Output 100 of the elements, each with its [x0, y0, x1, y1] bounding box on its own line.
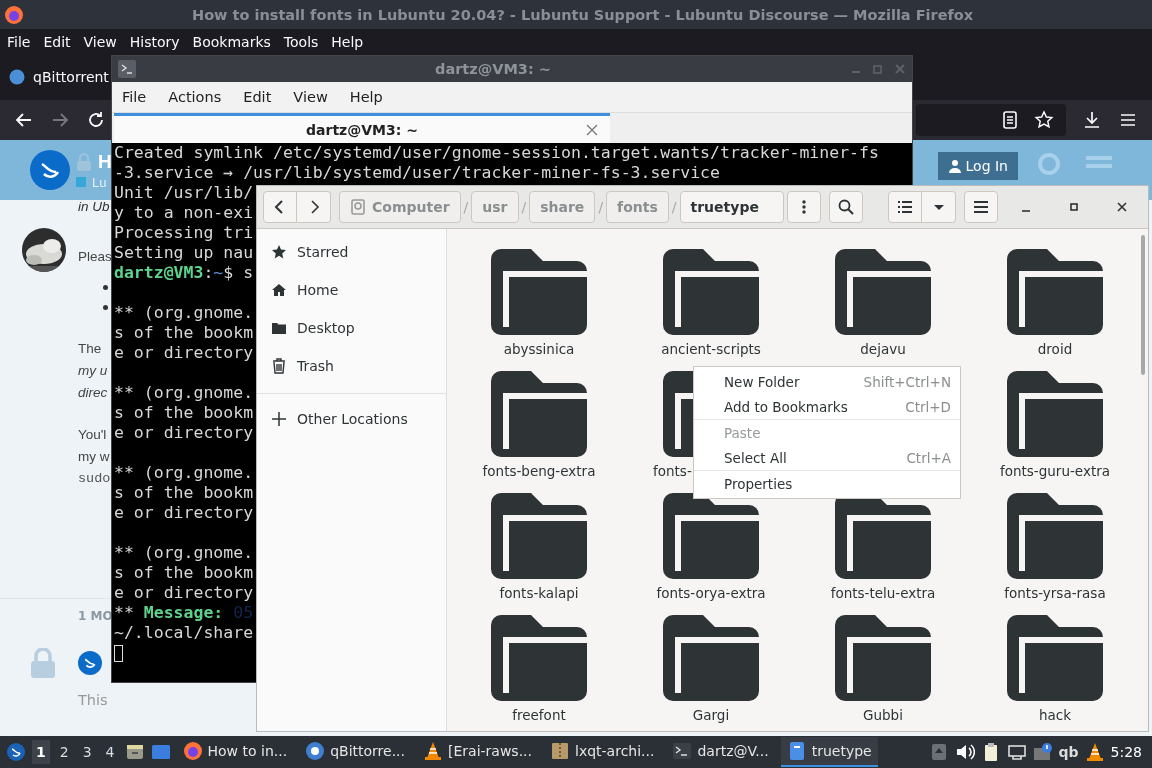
- menu-item[interactable]: New Folder Shift+Ctrl+N: [694, 369, 960, 394]
- clock[interactable]: 5:28: [1110, 744, 1146, 760]
- folder-icon[interactable]: [663, 249, 759, 335]
- sidebar-item[interactable]: Other Locations: [257, 400, 446, 438]
- terminal-line: e or directory: [114, 423, 254, 443]
- menu-item[interactable]: Tools: [283, 33, 319, 50]
- terminal-line: s of the bookm: [114, 323, 254, 343]
- path-separator: /: [521, 199, 527, 215]
- folder-icon[interactable]: [1007, 249, 1103, 335]
- workspace-button[interactable]: 2: [55, 740, 73, 764]
- folder-name[interactable]: hack: [1038, 707, 1072, 723]
- folder-name[interactable]: fonts-: [653, 463, 692, 479]
- taskbar-button[interactable]: [Erai-raws...: [417, 737, 538, 767]
- taskbar-button[interactable]: qBittorre...: [299, 737, 411, 767]
- forward-button[interactable]: [297, 191, 331, 223]
- folder-name[interactable]: freefont: [512, 707, 566, 723]
- taskbar-button[interactable]: lxqt-archi...: [544, 737, 661, 767]
- update-icon[interactable]: [1032, 742, 1053, 762]
- folder-name[interactable]: dejavu: [860, 341, 906, 357]
- traffic-cone-icon[interactable]: [1084, 742, 1105, 762]
- maximize-icon[interactable]: [1068, 201, 1080, 213]
- search-button[interactable]: [828, 191, 863, 223]
- terminal-icon: [672, 741, 693, 761]
- menu-item[interactable]: File: [7, 33, 31, 50]
- menu-item[interactable]: History: [129, 33, 180, 50]
- sidebar-item[interactable]: Home: [257, 271, 446, 309]
- folder-name[interactable]: fonts-orya-extra: [656, 585, 766, 601]
- menu-item[interactable]: Help: [349, 89, 383, 105]
- menu-item[interactable]: View: [83, 33, 117, 50]
- sidebar-item[interactable]: Desktop: [257, 309, 446, 347]
- folder-icon[interactable]: [1007, 493, 1103, 579]
- address-bar[interactable]: [916, 104, 1066, 136]
- folder-icon[interactable]: [1007, 371, 1103, 457]
- folder-icon[interactable]: [491, 615, 587, 701]
- reader-icon[interactable]: [1000, 110, 1020, 130]
- taskbar-button[interactable]: How to in...: [176, 737, 294, 767]
- workspace-button[interactable]: 1: [32, 740, 50, 764]
- menu-item[interactable]: Add to Bookmarks Ctrl+D: [694, 394, 960, 419]
- network-icon[interactable]: [1006, 742, 1027, 762]
- menu-button[interactable]: [964, 191, 998, 223]
- login-button[interactable]: Log In: [937, 152, 1018, 180]
- path-separator: /: [671, 199, 677, 215]
- bullet-icon: [103, 285, 108, 290]
- folder-icon[interactable]: [491, 493, 587, 579]
- terminal-line: y to a non-exi: [114, 203, 254, 223]
- menu-item[interactable]: Select All Ctrl+A: [694, 445, 960, 470]
- folder-name[interactable]: Gargi: [692, 707, 730, 723]
- terminal-tab[interactable]: dartz@VM3: ~: [114, 113, 610, 143]
- volume-icon[interactable]: [954, 742, 975, 762]
- scrollbar[interactable]: [1141, 235, 1145, 375]
- category-icon: [76, 177, 86, 187]
- menu-item[interactable]: Edit: [43, 33, 71, 50]
- file-manager-icon[interactable]: [124, 742, 145, 762]
- folder-name[interactable]: fonts-beng-extra: [482, 463, 596, 479]
- post-date: 1 MO: [78, 609, 113, 623]
- desktop-icon[interactable]: [150, 742, 171, 762]
- back-button[interactable]: [263, 191, 297, 223]
- folder-icon[interactable]: [835, 615, 931, 701]
- download-icon[interactable]: [1082, 110, 1102, 130]
- star-icon[interactable]: [1034, 110, 1054, 130]
- folder-icon[interactable]: [663, 615, 759, 701]
- folder-icon[interactable]: [491, 371, 587, 457]
- folder-name[interactable]: abyssinica: [503, 341, 575, 357]
- menu-item[interactable]: View: [293, 89, 328, 105]
- more-button[interactable]: [786, 191, 821, 223]
- terminal-line: -3.service → /usr/lib/systemd/user/tracker-miner-fs-3.service: [114, 163, 720, 183]
- folder-name[interactable]: fonts-yrsa-rasa: [1004, 585, 1106, 601]
- sidebar-item[interactable]: Starred: [257, 233, 446, 271]
- folder-name[interactable]: fonts-telu-extra: [830, 585, 936, 601]
- folder-name[interactable]: Gubbi: [863, 707, 903, 723]
- menu-item[interactable]: Properties: [694, 470, 960, 496]
- taskbar-button[interactable]: dartz@V...: [666, 737, 775, 767]
- close-icon[interactable]: [1116, 201, 1128, 213]
- menu-item[interactable]: Help: [331, 33, 364, 50]
- folder-name[interactable]: ancient-scripts: [661, 341, 761, 357]
- folder-icon[interactable]: [1007, 615, 1103, 701]
- menu-item[interactable]: Bookmarks: [192, 33, 271, 50]
- path-button[interactable]: truetype: [679, 191, 784, 223]
- tray-label[interactable]: qb: [1058, 744, 1079, 760]
- post-text: in Ub: [78, 200, 110, 214]
- list-view-button[interactable]: [888, 191, 922, 223]
- menu-item[interactable]: Actions: [168, 89, 222, 105]
- workspace-button[interactable]: 4: [101, 740, 119, 764]
- folder-icon[interactable]: [835, 249, 931, 335]
- menu-item[interactable]: File: [122, 89, 147, 105]
- box-icon: [550, 741, 570, 761]
- bullet-icon: [103, 305, 108, 310]
- sidebar-item[interactable]: Trash: [257, 347, 446, 385]
- folder-name[interactable]: fonts-kalapi: [499, 585, 579, 601]
- folder-name[interactable]: droid: [1037, 341, 1073, 357]
- folder-icon[interactable]: [491, 249, 587, 335]
- reload-icon[interactable]: [86, 110, 106, 130]
- browser-tab[interactable]: qBittorrent: [9, 69, 109, 85]
- start-menu-icon[interactable]: [6, 742, 26, 762]
- menu-item[interactable]: Edit: [243, 89, 272, 105]
- logo-icon[interactable]: [30, 150, 70, 190]
- workspace-button[interactable]: 3: [78, 740, 96, 764]
- folder-icon[interactable]: [663, 493, 759, 579]
- taskbar-button[interactable]: truetype: [780, 737, 878, 767]
- folder-name[interactable]: fonts-guru-extra: [999, 463, 1110, 479]
